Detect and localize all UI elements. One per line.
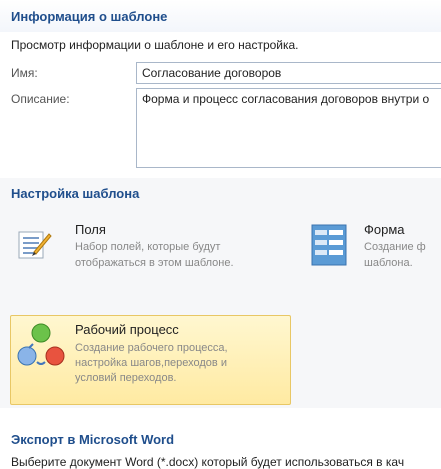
form-tile-text-1: Создание ф [364, 241, 426, 253]
workflow-tile-text-2: настройка шагов,переходов и [75, 357, 227, 369]
name-label: Имя: [11, 66, 38, 80]
name-input[interactable]: Согласование договоров [136, 62, 441, 84]
export-section-title: Экспорт в Microsoft Word [11, 432, 175, 447]
workflow-tile-title: Рабочий процесс [75, 322, 179, 337]
fields-tile-text-2: отображаться в этом шаблоне. [75, 257, 234, 269]
workflow-tile-text-3: условий переходов. [75, 372, 177, 384]
form-icon [310, 224, 350, 268]
fields-tile[interactable]: Поля Набор полей, которые будут отобража… [10, 218, 291, 298]
fields-icon [16, 226, 52, 262]
form-tile[interactable]: Форма Создание ф шаблона. [300, 218, 441, 298]
workflow-icon [17, 322, 65, 370]
form-tile-text-2: шаблона. [364, 257, 413, 269]
description-textarea[interactable]: Форма и процесс согласования договоров в… [136, 88, 441, 168]
description-label: Описание: [11, 92, 70, 106]
workflow-tile-text-1: Создание рабочего процесса, [75, 342, 228, 354]
form-tile-title: Форма [364, 222, 405, 237]
info-section-description: Просмотр информации о шаблоне и его наст… [11, 38, 299, 52]
fields-tile-text-1: Набор полей, которые будут [75, 241, 221, 253]
export-section-description: Выберите документ Word (*.docx) который … [11, 455, 405, 469]
settings-section-title: Настройка шаблона [11, 186, 140, 201]
info-section-title: Информация о шаблоне [0, 0, 441, 32]
workflow-tile[interactable]: Рабочий процесс Создание рабочего процес… [10, 315, 291, 405]
fields-tile-title: Поля [75, 222, 106, 237]
